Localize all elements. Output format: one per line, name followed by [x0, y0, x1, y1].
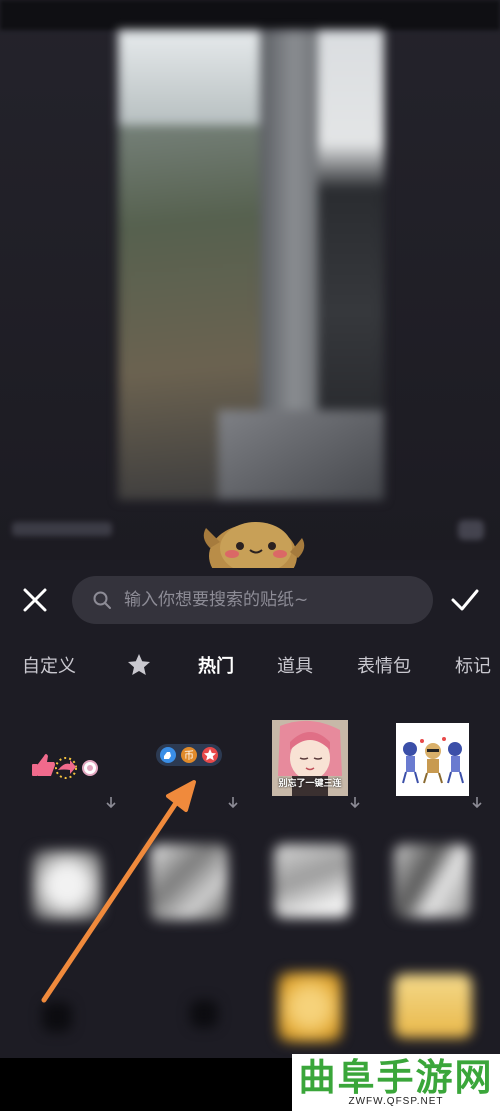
download-icon[interactable] [104, 796, 118, 810]
sticker-item-blurred[interactable] [20, 840, 120, 940]
download-icon[interactable] [226, 796, 240, 810]
tab-custom[interactable]: 自定义 [22, 652, 76, 678]
download-icon[interactable] [470, 796, 484, 810]
svg-text:币: 币 [184, 750, 194, 762]
sticker-item-blurred[interactable] [264, 840, 364, 940]
video-frame [118, 30, 384, 500]
search-input[interactable] [122, 589, 426, 611]
like-share-icon [32, 754, 98, 779]
tab-hot[interactable]: 热门 [198, 652, 234, 678]
anime-girl-sticker[interactable]: 别忘了一键三连 [272, 720, 348, 796]
sticker-caption: 别忘了一键三连 [278, 779, 342, 789]
tab-props[interactable]: 道具 [277, 652, 313, 678]
sticker-item-blurred[interactable] [20, 960, 120, 1060]
confirm-check-icon[interactable] [450, 586, 480, 614]
dancing-characters-sticker[interactable] [396, 723, 469, 796]
search-icon [93, 591, 111, 609]
close-icon[interactable] [20, 585, 50, 615]
watermark-url: ZWFW.QFSP.NET [348, 1096, 444, 1107]
video-floor [218, 410, 384, 500]
sticker-item-blurred[interactable] [160, 960, 260, 1060]
download-icon[interactable] [348, 796, 362, 810]
sticker-item-blurred[interactable] [264, 960, 364, 1060]
sticker-category-tabs: 自定义 热门 道具 表情包 标记 [0, 648, 500, 686]
like-coin-favorite-sticker[interactable]: 币 [140, 712, 240, 812]
watermark: 曲阜手游网 ZWFW.QFSP.NET [292, 1054, 500, 1111]
dancing-characters-image [402, 737, 464, 784]
like-share-sticker[interactable] [18, 712, 118, 812]
tab-emoji-pack[interactable]: 表情包 [357, 652, 411, 678]
video-preview [0, 0, 500, 560]
status-strip [0, 0, 500, 30]
fullscreen-icon[interactable] [458, 520, 484, 540]
sticker-item-blurred[interactable] [384, 840, 484, 940]
playback-time [12, 522, 112, 536]
video-sky [118, 30, 268, 125]
like-coin-favorite-icon: 币 [156, 744, 222, 766]
tab-favorites-star-icon[interactable] [126, 652, 152, 678]
sticker-item-blurred[interactable] [140, 840, 240, 940]
watermark-title: 曲阜手游网 [298, 1055, 494, 1099]
tab-markers[interactable]: 标记 [455, 652, 491, 678]
search-bar[interactable] [72, 576, 433, 624]
sticker-item-blurred[interactable] [384, 960, 484, 1060]
